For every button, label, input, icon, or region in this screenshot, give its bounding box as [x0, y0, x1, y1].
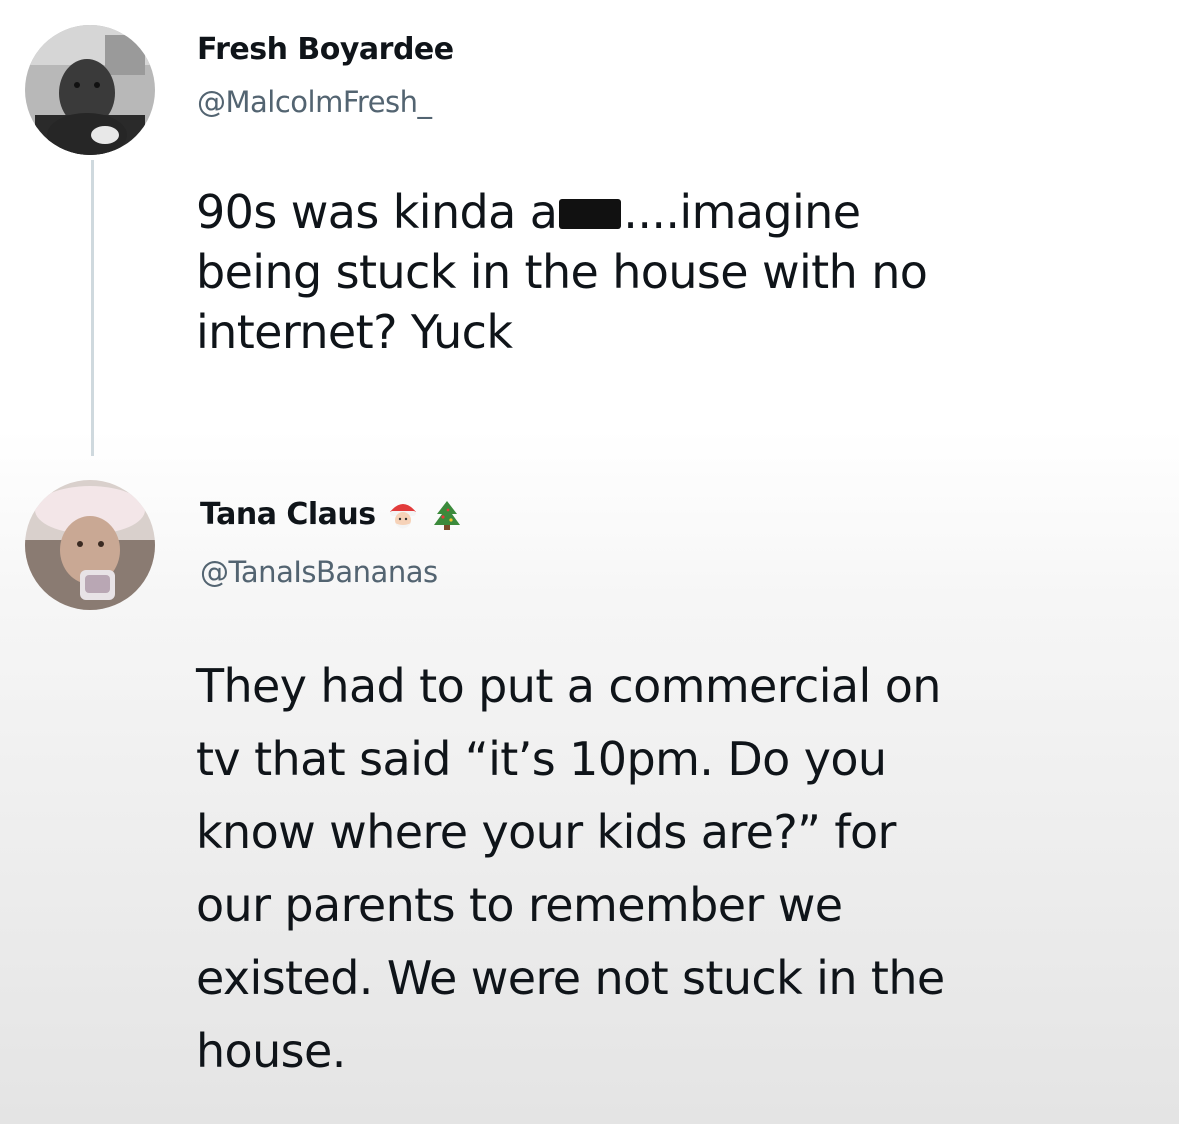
user-handle[interactable]: @TanaIsBananas [200, 555, 438, 589]
avatar[interactable] [25, 25, 155, 155]
tweet-text-line: tv that said “it’s 10pm. Do you [196, 732, 887, 786]
avatar[interactable] [25, 480, 155, 610]
tweet-text-line: 90s was kinda a ....imagine [196, 185, 861, 239]
display-name[interactable]: Tana Claus [200, 497, 464, 532]
tweet-text: 90s was kinda a ....imagine being stuck i… [196, 182, 928, 362]
display-name[interactable]: Fresh Boyardee [197, 32, 454, 67]
tweet-text-line: being stuck in the house with no [196, 245, 928, 299]
christmas-tree-emoji-icon [430, 498, 464, 532]
user-handle[interactable]: @MalcolmFresh_ [197, 85, 432, 119]
profile-photo-woman-santa-hat-icon [25, 480, 155, 610]
redaction-block [559, 199, 622, 229]
tweet-text-line: our parents to remember we [196, 878, 843, 932]
tweet-text-line: internet? Yuck [196, 305, 513, 359]
thread-connector-line [91, 160, 94, 456]
tweet-text-line: know where your kids are?” for [196, 805, 896, 859]
tweet-text-line: existed. We were not stuck in the [196, 951, 945, 1005]
tweet-text: They had to put a commercial on tv that … [196, 650, 945, 1088]
profile-photo-man-icon [25, 25, 155, 155]
tweet-text-line: They had to put a commercial on [196, 659, 941, 713]
tweet-text-line: house. [196, 1024, 346, 1078]
santa-emoji-icon [386, 498, 420, 532]
